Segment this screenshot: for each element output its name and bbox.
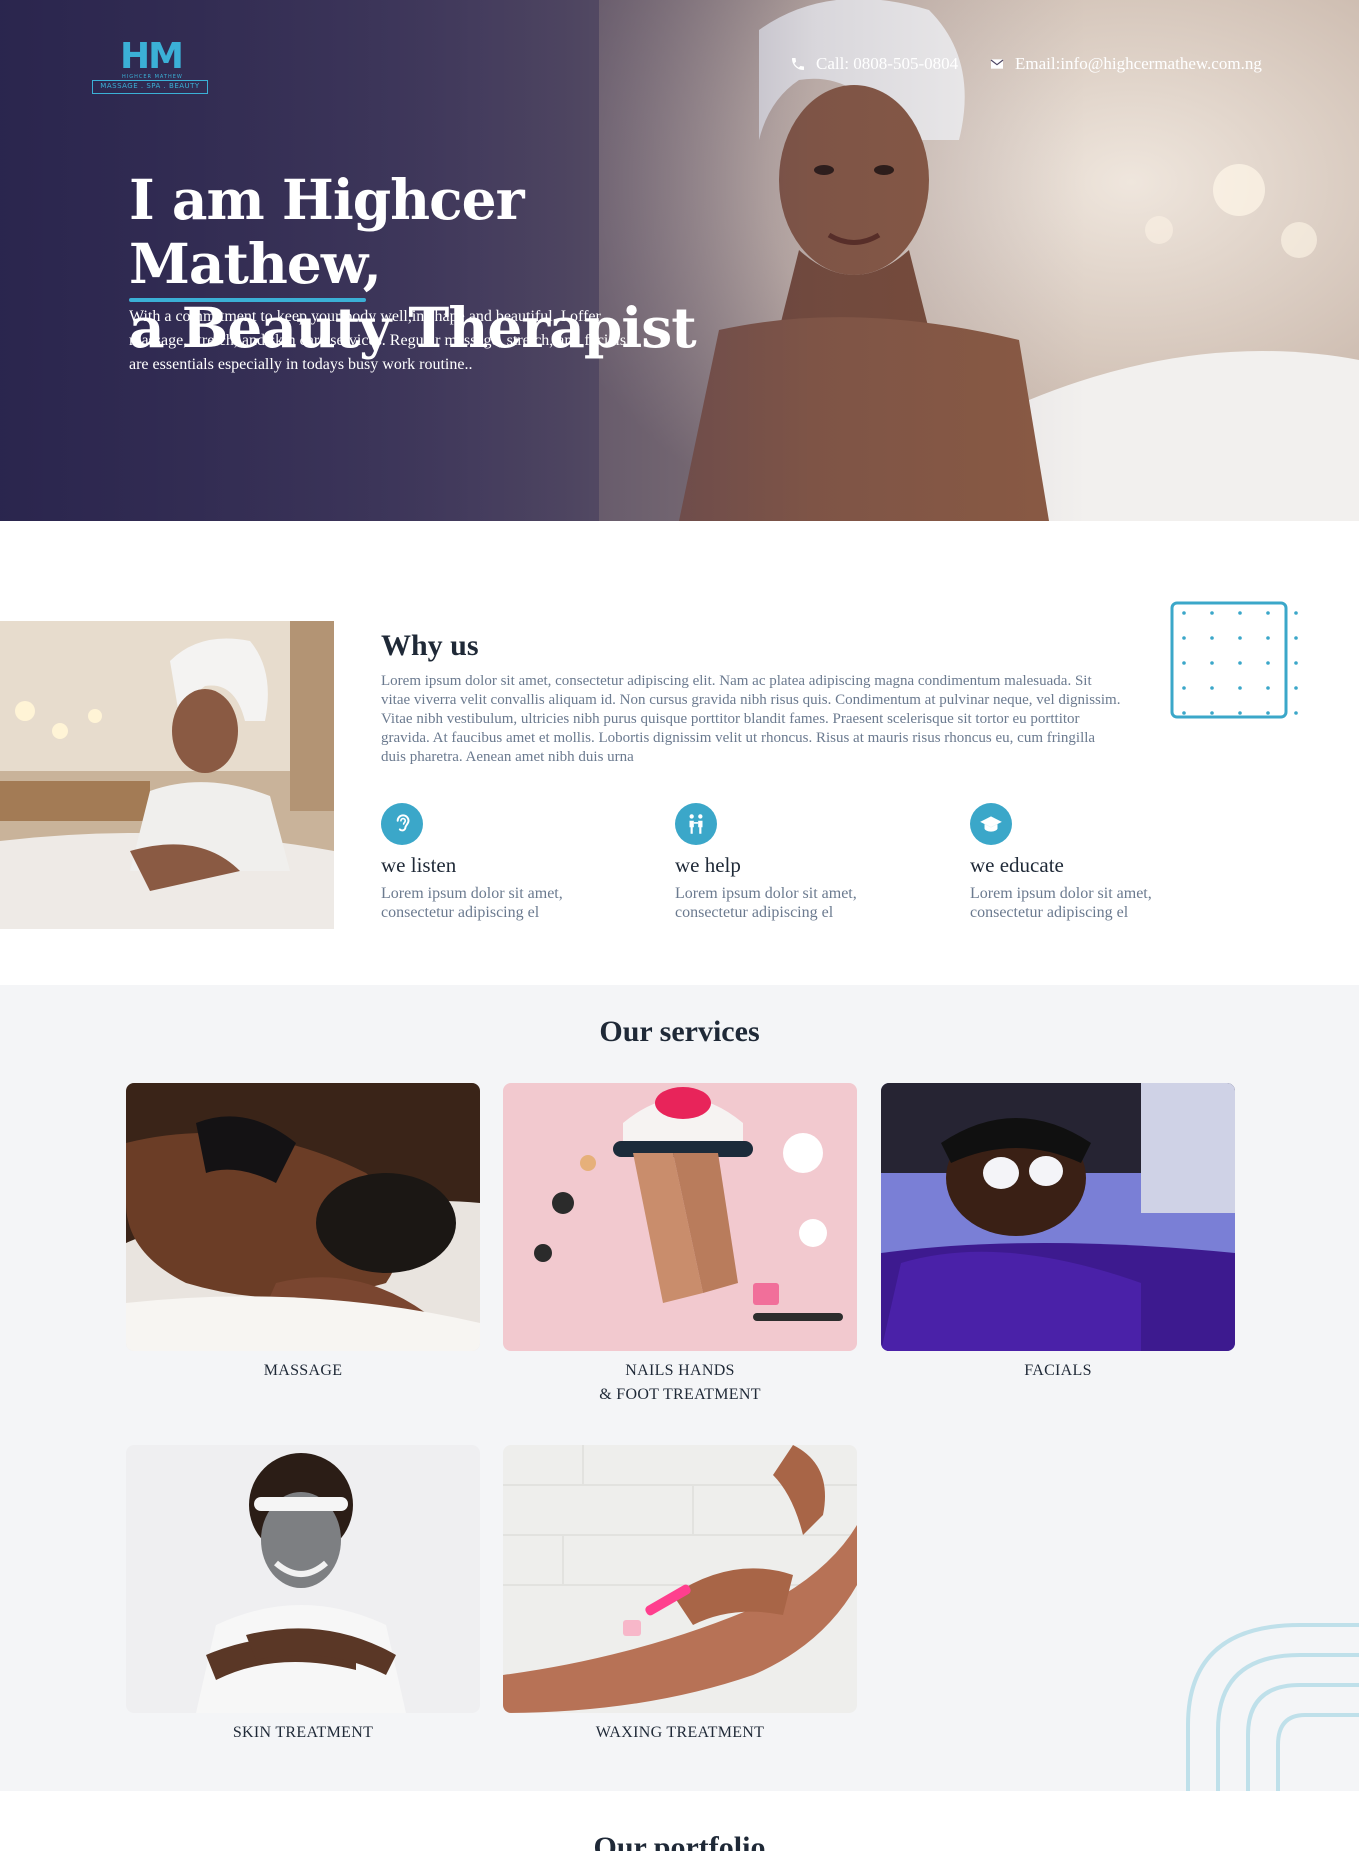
feature-text: Lorem ipsum dolor sit amet, consectetur … bbox=[970, 885, 1152, 921]
service-card-massage[interactable]: MASSAGE bbox=[126, 1083, 480, 1383]
why-us-title: Why us bbox=[381, 629, 479, 662]
service-label-line1: FACIALS bbox=[1024, 1362, 1092, 1379]
header-email[interactable]: Email:info@highcermathew.com.ng bbox=[989, 54, 1262, 74]
service-card-skin[interactable]: SKIN TREATMENT bbox=[126, 1445, 480, 1745]
feature-title: we educate bbox=[970, 853, 1064, 877]
mail-icon bbox=[990, 59, 1004, 69]
services-title: Our services bbox=[599, 1015, 760, 1048]
feature-text: Lorem ipsum dolor sit amet, consectetur … bbox=[675, 885, 857, 921]
why-us-section: Why us Lorem ipsum dolor sit amet, conse… bbox=[0, 521, 1359, 985]
service-photo-facials bbox=[881, 1083, 1235, 1351]
header-phone[interactable]: Call: 0808-505-0804 bbox=[790, 54, 958, 74]
why-us-photo bbox=[0, 621, 334, 929]
service-label-line2: & FOOT TREATMENT bbox=[599, 1386, 761, 1403]
helping-icon bbox=[675, 803, 717, 845]
feature-educate: we educate Lorem ipsum dolor sit amet, c… bbox=[970, 803, 1220, 922]
brand-logo[interactable]: HM HIGHCER MATHEW MASSAGE . SPA . BEAUTY bbox=[92, 36, 208, 96]
ear-icon bbox=[381, 803, 423, 845]
service-label: NAILS HANDS & FOOT TREATMENT bbox=[503, 1359, 857, 1407]
hero-title-underline bbox=[129, 298, 366, 302]
service-label: FACIALS bbox=[881, 1359, 1235, 1383]
service-card-nails[interactable]: NAILS HANDS & FOOT TREATMENT bbox=[503, 1083, 857, 1407]
portfolio-title: Our portfolio bbox=[593, 1831, 766, 1851]
why-us-text: Lorem ipsum dolor sit amet, consectetur … bbox=[381, 673, 1121, 765]
feature-title: we help bbox=[675, 853, 741, 877]
email-text: Email:info@highcermathew.com.ng bbox=[1015, 54, 1262, 73]
service-label-line1: MASSAGE bbox=[263, 1362, 343, 1379]
service-card-waxing[interactable]: WAXING TREATMENT bbox=[503, 1445, 857, 1745]
service-photo-skin bbox=[126, 1445, 480, 1713]
service-label-line1: WAXING TREATMENT bbox=[595, 1724, 765, 1741]
service-photo-massage bbox=[126, 1083, 480, 1351]
service-label: SKIN TREATMENT bbox=[126, 1721, 480, 1745]
feature-text: Lorem ipsum dolor sit amet, consectetur … bbox=[381, 885, 563, 921]
hero-section: HM HIGHCER MATHEW MASSAGE . SPA . BEAUTY… bbox=[0, 0, 1359, 521]
feature-help: we help Lorem ipsum dolor sit amet, cons… bbox=[675, 803, 925, 922]
service-label-line1: SKIN TREATMENT bbox=[232, 1724, 374, 1741]
service-photo-nails bbox=[503, 1083, 857, 1351]
hero-description: With a commitment to keep your body well… bbox=[129, 308, 627, 373]
service-label: WAXING TREATMENT bbox=[503, 1721, 857, 1745]
phone-icon bbox=[792, 58, 804, 70]
phone-text: Call: 0808-505-0804 bbox=[816, 54, 959, 73]
feature-title: we listen bbox=[381, 853, 457, 877]
service-label-line1: NAILS HANDS bbox=[625, 1362, 735, 1379]
service-card-facials[interactable]: FACIALS bbox=[881, 1083, 1235, 1383]
logo-mark: HM bbox=[120, 36, 184, 77]
decorative-arcs bbox=[1186, 1623, 1359, 1791]
logo-tagline: MASSAGE . SPA . BEAUTY bbox=[92, 80, 208, 94]
portfolio-section: Our portfolio bbox=[0, 1791, 1359, 1851]
service-label: MASSAGE bbox=[126, 1359, 480, 1383]
graduation-cap-icon bbox=[970, 803, 1012, 845]
hero-title-line1: I am Highcer Mathew, bbox=[129, 167, 525, 296]
feature-listen: we listen Lorem ipsum dolor sit amet, co… bbox=[381, 803, 631, 922]
service-photo-waxing bbox=[503, 1445, 857, 1713]
services-section: Our services MASSAGE NAILS HANDS & FOOT … bbox=[0, 985, 1359, 1791]
decorative-dot-grid bbox=[1170, 601, 1298, 719]
